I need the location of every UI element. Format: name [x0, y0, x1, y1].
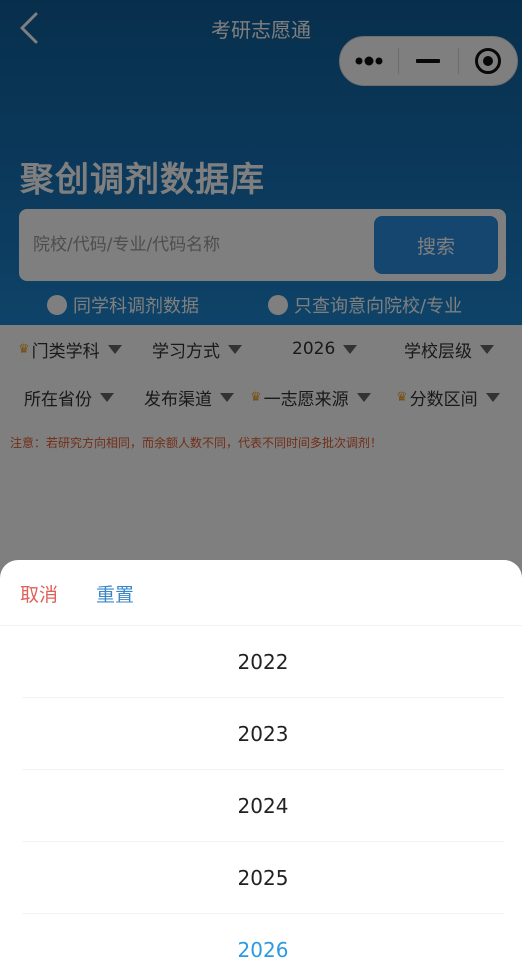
year-option[interactable]: 2025 — [22, 842, 504, 914]
cancel-button[interactable]: 取消 — [20, 580, 58, 607]
year-option[interactable]: 2024 — [22, 770, 504, 842]
year-picker-sheet: 取消 重置 2022 2023 2024 2025 2026 — [0, 560, 522, 978]
year-option-selected[interactable]: 2026 — [22, 914, 504, 978]
year-option[interactable]: 2022 — [22, 626, 504, 698]
sheet-toolbar: 取消 重置 — [0, 560, 522, 626]
reset-button[interactable]: 重置 — [96, 580, 134, 607]
year-option[interactable]: 2023 — [22, 698, 504, 770]
